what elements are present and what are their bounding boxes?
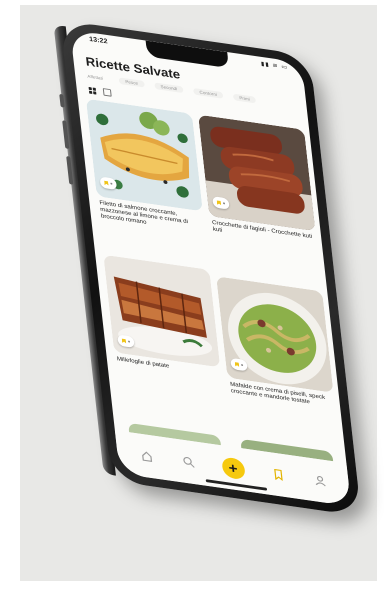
- search-icon[interactable]: [179, 453, 197, 470]
- tab-affettati[interactable]: Affettati: [87, 73, 109, 83]
- grid-view-icon[interactable]: [88, 86, 97, 95]
- list-view-icon[interactable]: [102, 88, 112, 97]
- more-icon: [222, 202, 226, 205]
- bookmark-icon: [122, 338, 127, 343]
- recipe-image-mafalde: [216, 276, 334, 393]
- add-recipe-button[interactable]: +: [220, 456, 246, 481]
- bookmark-icon: [217, 200, 222, 205]
- more-icon: [110, 182, 113, 185]
- tab-contorni[interactable]: Contorni: [193, 87, 224, 99]
- recipe-image-crocchette: [198, 114, 316, 232]
- recipe-card-salmone[interactable]: Filetto di salmone croccante, mazzonese …: [85, 98, 207, 248]
- tab-primi[interactable]: Primi: [232, 93, 257, 104]
- more-icon: [240, 363, 244, 367]
- recipe-card-mafalde[interactable]: Mafalde con crema di piselli, speck croc…: [216, 276, 337, 423]
- bookmark-icon: [104, 180, 109, 185]
- status-time: 13:22: [88, 36, 108, 46]
- bookmark-icon[interactable]: [269, 466, 287, 483]
- view-toggle: [88, 86, 112, 97]
- more-icon: [127, 340, 131, 343]
- status-icons: ▮▮ ≋ ▭: [260, 61, 289, 71]
- tab-secondi[interactable]: Secondi: [154, 82, 184, 94]
- home-icon[interactable]: [137, 447, 155, 464]
- recipe-card-millefoglie[interactable]: Millefoglie di patate: [103, 254, 222, 383]
- recipe-image-salmone: [85, 98, 203, 212]
- recipe-card-crocchette[interactable]: Crocchette di fagioli - Crocchette kuti …: [198, 114, 319, 264]
- bookmark-icon: [235, 362, 240, 367]
- profile-icon[interactable]: [311, 472, 329, 489]
- recipe-image-millefoglie: [103, 254, 221, 368]
- tab-pesce[interactable]: Pesce: [118, 77, 145, 88]
